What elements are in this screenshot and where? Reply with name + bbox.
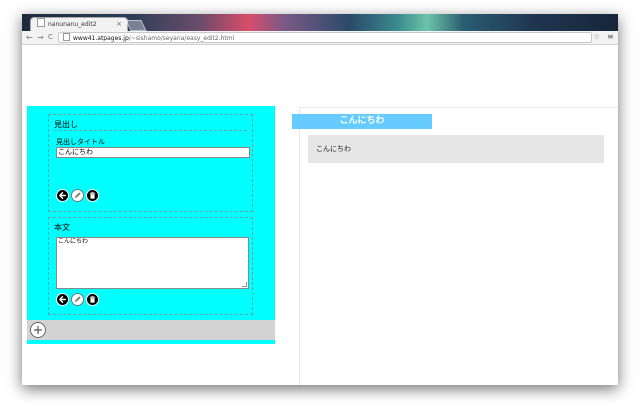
heading-block-actions <box>56 189 99 202</box>
reload-button[interactable]: C <box>48 31 53 44</box>
address-bar[interactable]: www41.atpages.jp/~sishamo/seyana/easy_ed… <box>58 32 592 43</box>
pencil-icon <box>74 296 81 303</box>
menu-icon[interactable]: ≡ <box>607 31 614 43</box>
body-textarea-text: こんにちわ <box>58 238 89 245</box>
bookmark-star-icon[interactable]: ☆ <box>593 31 600 43</box>
page-icon <box>37 18 45 27</box>
body-block: 本文 こんにちわ <box>48 217 253 315</box>
body-textarea[interactable]: こんにちわ <box>56 237 249 289</box>
back-button[interactable]: ← <box>26 31 33 44</box>
arrow-left-icon <box>59 192 66 199</box>
move-left-button[interactable] <box>56 189 69 202</box>
url-host: www41.atpages.jp <box>73 35 129 42</box>
browser-window: nanunanu_edit2 × ← → C www41.atpages.jp/… <box>22 14 618 385</box>
body-block-title: 本文 <box>54 223 70 232</box>
page-icon <box>63 33 70 41</box>
heading-block: 見出し 見出しタイトル こんにちわ <box>48 114 253 212</box>
pencil-icon <box>74 192 81 199</box>
trash-icon <box>89 191 96 199</box>
add-block-button[interactable] <box>30 322 46 338</box>
edit-button[interactable] <box>71 189 84 202</box>
resize-handle[interactable] <box>242 282 247 287</box>
body-block-actions <box>56 293 99 306</box>
new-tab-button[interactable] <box>125 20 147 31</box>
panel-divider <box>299 107 300 385</box>
preview-top-line <box>300 107 618 108</box>
heading-title-input[interactable]: こんにちわ <box>56 147 250 158</box>
browser-tab[interactable]: nanunanu_edit2 × <box>30 17 128 32</box>
heading-block-title: 見出し <box>54 120 78 129</box>
preview-heading: こんにちわ <box>292 114 432 129</box>
plus-icon <box>34 326 42 334</box>
delete-button[interactable] <box>86 189 99 202</box>
page-content: 見出し 見出しタイトル こんにちわ 本文 こんにちわ こんにちわ こんにちわ <box>22 45 618 385</box>
browser-toolbar: ← → C www41.atpages.jp/~sishamo/seyana/e… <box>22 31 618 45</box>
preview-body: こんにちわ <box>308 135 604 163</box>
trash-icon <box>89 295 96 303</box>
arrow-left-icon <box>59 296 66 303</box>
move-left-button[interactable] <box>56 293 69 306</box>
title-bar: nanunanu_edit2 × <box>22 14 618 32</box>
tab-title: nanunanu_edit2 <box>48 21 97 28</box>
divider <box>54 130 247 131</box>
delete-button[interactable] <box>86 293 99 306</box>
add-block-bar <box>27 320 275 340</box>
forward-button[interactable]: → <box>37 31 44 44</box>
tab-close-button[interactable]: × <box>116 18 122 31</box>
editor-panel: 見出し 見出しタイトル こんにちわ 本文 こんにちわ <box>27 106 275 344</box>
heading-title-label: 見出しタイトル <box>56 138 105 146</box>
edit-button[interactable] <box>71 293 84 306</box>
url-path: /~sishamo/seyana/easy_edit2.html <box>128 35 235 42</box>
